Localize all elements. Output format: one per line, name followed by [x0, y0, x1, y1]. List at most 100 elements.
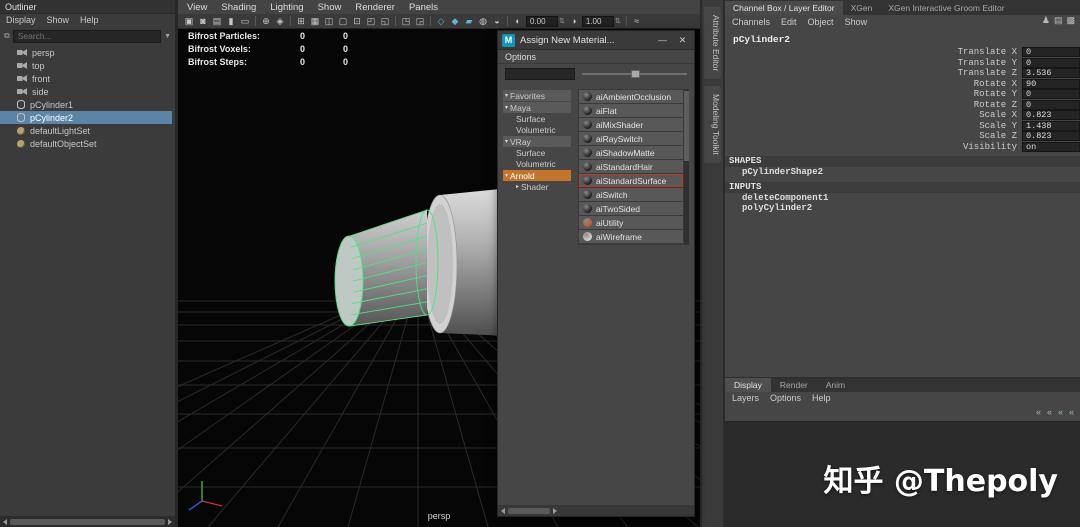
material-category-arnold[interactable]: ▾ Arnold — [503, 170, 571, 181]
gate-mask-icon[interactable]: ▢ — [336, 14, 350, 28]
material-item-aiflat[interactable]: aiFlat — [579, 104, 683, 117]
channel-value-field[interactable]: on — [1022, 141, 1080, 152]
safe-action-icon[interactable]: ◰ — [364, 14, 378, 28]
viewport-menu-lighting[interactable]: Lighting — [270, 2, 303, 13]
gamma-icon[interactable]: ◑ — [567, 14, 581, 28]
material-category-surface[interactable]: Surface — [503, 147, 575, 158]
material-category-favorites[interactable]: ▾ Favorites — [503, 90, 571, 101]
tab-channel-box-layer-editor[interactable]: Channel Box / Layer Editor — [725, 1, 843, 15]
gamma-field[interactable]: 1.00 — [581, 15, 614, 27]
motion-blur-icon[interactable]: ≈ — [630, 14, 644, 28]
bookmarks-icon[interactable]: ▮ — [224, 14, 238, 28]
exposure-field[interactable]: 0.00 — [526, 15, 558, 27]
grid-icon[interactable]: ⊞ — [294, 14, 308, 28]
tab-display[interactable]: Display — [725, 378, 771, 392]
outliner-item-front[interactable]: front — [0, 72, 172, 85]
expand-arrow-icon[interactable]: ▾ — [505, 104, 508, 111]
scroll-left-arrow-icon[interactable] — [501, 507, 505, 514]
outliner-item-pcylinder1[interactable]: pCylinder1 — [0, 98, 172, 111]
viewport-menu-panels[interactable]: Panels — [409, 2, 438, 13]
side-tab-modeling-toolkit[interactable]: Modeling Toolkit — [704, 86, 721, 164]
scroll-right-arrow-icon[interactable] — [553, 507, 557, 514]
frame-selection-icon[interactable]: ◲ — [413, 14, 427, 28]
shaded-icon[interactable]: ◆ — [448, 14, 462, 28]
material-item-aiutility[interactable]: aiUtility — [579, 216, 683, 229]
material-item-aitwosided[interactable]: aiTwoSided — [579, 202, 683, 215]
channel-value-field[interactable]: 3.536 — [1022, 68, 1080, 79]
channel-value-field[interactable]: 90 — [1022, 78, 1080, 89]
channel-value-field[interactable]: 1.438 — [1022, 120, 1080, 131]
default-material-icon[interactable]: ◍ — [476, 14, 490, 28]
material-category-surface[interactable]: Surface — [503, 113, 575, 124]
material-item-aistandardsurface[interactable]: aiStandardSurface — [579, 174, 683, 187]
channel-node-deletecomponent1[interactable]: deleteComponent1 — [725, 193, 1080, 204]
close-button[interactable]: ✕ — [675, 35, 690, 46]
channel-value-field[interactable]: 0 — [1022, 89, 1080, 100]
scrollbar-thumb[interactable] — [684, 91, 689, 162]
channel-value-field[interactable]: 0 — [1022, 99, 1080, 110]
selected-object-name[interactable]: pCylinder2 — [725, 28, 1080, 47]
viewport-menu-show[interactable]: Show — [318, 2, 342, 13]
outliner-item-top[interactable]: top — [0, 59, 172, 72]
channel-node-pcylindershape2[interactable]: pCylinderShape2 — [725, 167, 1080, 178]
scroll-left-arrow-icon[interactable] — [3, 518, 7, 525]
scrollbar-thumb[interactable] — [10, 518, 165, 525]
tab-xgen[interactable]: XGen — [843, 1, 881, 15]
filter-icon[interactable]: ⧉ — [4, 31, 10, 41]
tab-render[interactable]: Render — [771, 378, 817, 392]
textured-icon[interactable]: ▰ — [462, 14, 476, 28]
channel-value-field[interactable]: 0 — [1022, 57, 1080, 68]
channel-node-polycylinder2[interactable]: polyCylinder2 — [725, 203, 1080, 214]
viewport-menu-view[interactable]: View — [187, 2, 207, 13]
viewport-menu-shading[interactable]: Shading — [221, 2, 256, 13]
material-item-aiambientocclusion[interactable]: aiAmbientOcclusion — [579, 90, 683, 103]
expand-arrow-icon[interactable]: ▾ — [505, 172, 508, 179]
material-category-volumetric[interactable]: Volumetric — [503, 158, 575, 169]
swatch-size-slider[interactable] — [582, 70, 687, 78]
dialog-horizontal-scrollbar[interactable] — [498, 505, 694, 516]
channel-value-field[interactable]: 0.823 — [1022, 131, 1080, 142]
scrollbar-thumb[interactable] — [508, 507, 550, 514]
gamma-field-spinner-icon[interactable]: ⇅ — [615, 17, 621, 25]
expand-arrow-icon[interactable]: ▾ — [505, 92, 508, 99]
outliner-menu-show[interactable]: Show — [47, 15, 70, 26]
material-item-aiwireframe[interactable]: aiWireframe — [579, 230, 683, 243]
safe-title-icon[interactable]: ◱ — [378, 14, 392, 28]
channelbox-menu-edit[interactable]: Edit — [781, 17, 797, 27]
shadows-icon[interactable]: ◒ — [490, 14, 504, 28]
outliner-item-defaultobjectset[interactable]: defaultObjectSet — [0, 137, 172, 150]
select-camera-icon[interactable]: ▣ — [182, 14, 196, 28]
outliner-item-side[interactable]: side — [0, 85, 172, 98]
channel-value-field[interactable]: 0.823 — [1022, 110, 1080, 121]
outliner-menu-help[interactable]: Help — [80, 15, 99, 26]
outliner-item-defaultlightset[interactable]: defaultLightSet — [0, 124, 172, 137]
material-item-aistandardhair[interactable]: aiStandardHair — [579, 160, 683, 173]
dialog-titlebar[interactable]: M Assign New Material... — ✕ — [498, 31, 694, 50]
lock-channels-icon[interactable]: ▤ — [1054, 15, 1063, 26]
outliner-horizontal-scrollbar[interactable] — [0, 516, 175, 527]
wireframe-icon[interactable]: ◇ — [434, 14, 448, 28]
film-gate-icon[interactable]: ▦ — [308, 14, 322, 28]
material-item-aishadowmatte[interactable]: aiShadowMatte — [579, 146, 683, 159]
channel-value-field[interactable]: 0 — [1022, 47, 1080, 58]
layereditor-menu-options[interactable]: Options — [770, 393, 801, 404]
image-plane-icon[interactable]: ▭ — [238, 14, 252, 28]
dialog-options-menu[interactable]: Options — [498, 50, 694, 64]
side-tab-attribute-editor[interactable]: Attribute Editor — [704, 7, 721, 80]
channel-settings-icon[interactable]: ▩ — [1066, 15, 1075, 26]
slider-handle[interactable] — [631, 70, 641, 78]
minimize-button[interactable]: — — [655, 35, 670, 45]
material-category-maya[interactable]: ▾ Maya — [503, 102, 571, 113]
chevron-down-icon[interactable]: ▼ — [164, 33, 171, 40]
layereditor-menu-help[interactable]: Help — [812, 393, 831, 404]
scroll-right-arrow-icon[interactable] — [168, 518, 172, 525]
tab-xgen-interactive-groom-editor[interactable]: XGen Interactive Groom Editor — [880, 1, 1012, 15]
exposure-field-spinner-icon[interactable]: ⇅ — [559, 17, 565, 25]
oversampling-icon[interactable]: ◈ — [273, 14, 287, 28]
resolution-gate-icon[interactable]: ◫ — [322, 14, 336, 28]
material-category-vray[interactable]: ▾ VRay — [503, 136, 571, 147]
camera-attributes-icon[interactable]: ▤ — [210, 14, 224, 28]
frame-all-icon[interactable]: ◳ — [399, 14, 413, 28]
material-search-input[interactable] — [505, 68, 575, 80]
material-category-shader[interactable]: ▸ Shader — [503, 181, 575, 192]
